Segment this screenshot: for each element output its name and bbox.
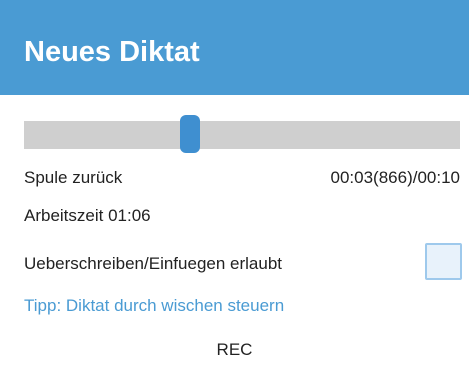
seek-bar-track[interactable] [24, 121, 460, 149]
time-display: 00:03(866)/00:10 [330, 168, 461, 187]
overwrite-label: Ueberschreiben/Einfuegen erlaubt [24, 254, 283, 273]
seek-bar-thumb[interactable] [180, 115, 200, 153]
rec-button[interactable]: REC [0, 340, 469, 360]
tip-text: Tipp: Diktat durch wischen steuern [24, 296, 285, 315]
page-title: Neues Diktat [24, 36, 200, 68]
work-time: Arbeitszeit 01:06 [24, 206, 151, 225]
app-bar: Neues Diktat [0, 0, 469, 95]
playback-status: Spule zurück [24, 168, 123, 187]
overwrite-checkbox[interactable] [425, 243, 462, 280]
